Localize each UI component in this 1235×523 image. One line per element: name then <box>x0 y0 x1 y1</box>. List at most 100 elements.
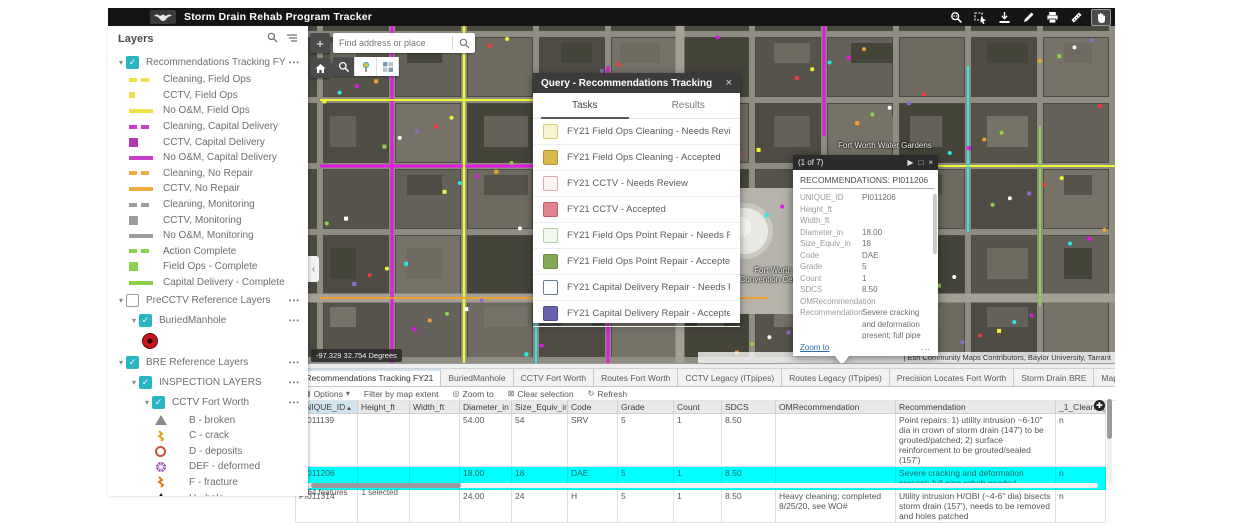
column-header-width_ft[interactable]: Width_ft <box>410 401 460 414</box>
query-task-item[interactable]: FY21 Field Ops Cleaning - Needs Review <box>533 119 740 145</box>
layer-menu-icon[interactable]: ••• <box>289 316 300 325</box>
zoom-to-button[interactable]: ◎Zoom to <box>453 389 494 399</box>
layer-group-recommendations-tracking-fy21[interactable]: ▾✓Recommendations Tracking FY21••• <box>108 52 308 72</box>
measure-widget-icon[interactable] <box>355 57 377 76</box>
legend-symbol-tri <box>155 493 185 496</box>
layer-menu-icon[interactable]: ••• <box>289 358 300 367</box>
popup-more-icon[interactable]: ... <box>920 342 931 352</box>
measure-icon[interactable] <box>1067 10 1085 25</box>
query-widget-icon[interactable] <box>333 57 355 76</box>
popup-scrollbar[interactable] <box>933 194 937 254</box>
column-settings-icon[interactable]: ✚ <box>1094 400 1105 411</box>
chevron-down-icon[interactable]: ▾ <box>142 398 152 407</box>
column-header-sdcs[interactable]: SDCS <box>722 401 776 414</box>
layer-group-buriedmanhole[interactable]: ▾✓BuriedManhole••• <box>108 310 308 330</box>
table-row[interactable]: PI01113954.0054SRV518.50Point repairs: 1… <box>296 414 1106 467</box>
table-tab[interactable]: CCTV Legacy (ITpipes) <box>678 369 782 386</box>
table-tab[interactable]: Precision Locates Fort Worth <box>890 369 1014 386</box>
layer-group-bre-reference-layers[interactable]: ▾✓BRE Reference Layers••• <box>108 352 308 372</box>
chevron-down-icon[interactable]: ▾ <box>129 316 139 325</box>
table-cell: 1 <box>674 414 722 467</box>
legend-label: C - crack <box>189 430 300 441</box>
clear-selection-button[interactable]: ⊠Clear selection <box>508 389 574 399</box>
query-task-item[interactable]: FY21 Capital Delivery Repair - Needs Rev… <box>533 275 740 301</box>
layers-filter-icon[interactable] <box>286 33 298 46</box>
table-tab[interactable]: Storm Drain BRE <box>1014 369 1094 386</box>
query-task-item[interactable]: FY21 CCTV - Needs Review <box>533 171 740 197</box>
column-header-grade[interactable]: Grade <box>618 401 674 414</box>
chevron-down-icon[interactable]: ▾ <box>116 358 126 367</box>
download-icon[interactable] <box>995 10 1013 25</box>
chevron-down-icon[interactable]: ▾ <box>129 378 139 387</box>
filter-by-extent-button[interactable]: Filter by map extent <box>364 389 439 399</box>
table-row[interactable]: PI01131424.0024H518.50Heavy cleaning; co… <box>296 490 1106 523</box>
popup-field-label: Height_ft <box>800 204 862 216</box>
layer-checkbox[interactable]: ✓ <box>139 314 152 327</box>
layer-group-cctv-fort-worth[interactable]: ▾✓CCTV Fort Worth••• <box>108 392 308 412</box>
table-vertical-scrollbar[interactable] <box>1107 399 1112 485</box>
layer-checkbox[interactable]: ✓ <box>126 356 139 369</box>
popup-close-icon[interactable]: × <box>928 158 933 167</box>
popup-next-icon[interactable]: ▶ <box>907 158 913 167</box>
layer-menu-icon[interactable]: ••• <box>289 398 300 407</box>
layer-checkbox[interactable] <box>126 294 139 307</box>
layer-group-precctv-reference-layers[interactable]: ▾PreCCTV Reference Layers••• <box>108 290 308 310</box>
edit-icon[interactable] <box>1019 10 1037 25</box>
table-tab[interactable]: Mapshed BRE <box>1094 369 1115 386</box>
layers-search-icon[interactable] <box>267 32 278 46</box>
table-tab[interactable]: Routes Legacy (ITpipes) <box>782 369 890 386</box>
query-close-icon[interactable]: × <box>726 77 732 89</box>
column-header-size_equiv_in[interactable]: Size_Equiv_in <box>512 401 568 414</box>
popup-zoom-to-link[interactable]: Zoom to <box>800 343 920 352</box>
column-header-count[interactable]: Count <box>674 401 722 414</box>
layer-menu-icon[interactable]: ••• <box>289 378 300 387</box>
query-task-item[interactable]: FY21 Field Ops Point Repair - Needs Revi… <box>533 223 740 249</box>
query-task-item[interactable]: FY21 Field Ops Point Repair - Accepted <box>533 249 740 275</box>
options-button[interactable]: ▦Options▾ <box>303 389 350 399</box>
query-task-item[interactable]: FY21 Capital Delivery Repair - Accepted <box>533 301 740 327</box>
zoom-in-button[interactable]: + <box>310 33 330 53</box>
popup-field-value: 1 <box>862 273 934 285</box>
query-task-item[interactable]: FY21 CCTV - Accepted <box>533 197 740 223</box>
layer-menu-icon[interactable]: ••• <box>289 58 300 67</box>
query-tool-icon[interactable] <box>947 10 965 25</box>
print-icon[interactable] <box>1043 10 1061 25</box>
table-tab[interactable]: CCTV Fort Worth <box>514 369 595 386</box>
home-button[interactable] <box>310 58 330 78</box>
popup-field-row: Size_Equiv_in18 <box>800 238 934 250</box>
popup-dock-icon[interactable]: □ <box>918 158 923 167</box>
column-header-omrecommendation[interactable]: OMRecommendation <box>776 401 896 414</box>
select-tool-icon[interactable] <box>971 10 989 25</box>
layer-checkbox[interactable]: ✓ <box>152 396 165 409</box>
column-header-recommendation[interactable]: Recommendation <box>896 401 1056 414</box>
panel-collapse-arrow[interactable]: ‹ <box>308 256 319 282</box>
table-tab[interactable]: BuriedManhole <box>441 369 513 386</box>
table-toolbar: ▦Options▾ Filter by map extent ◎Zoom to … <box>295 387 1115 401</box>
layer-menu-icon[interactable]: ••• <box>289 296 300 305</box>
chevron-down-icon[interactable]: ▾ <box>116 296 126 305</box>
query-tab-results[interactable]: Results <box>637 93 741 118</box>
search-input[interactable] <box>333 38 452 48</box>
legend-item <box>108 330 308 352</box>
column-header-code[interactable]: Code <box>568 401 618 414</box>
layer-checkbox[interactable]: ✓ <box>126 56 139 69</box>
refresh-button[interactable]: ↻Refresh <box>588 389 627 399</box>
query-task-item[interactable]: FY21 Field Ops Cleaning - Accepted <box>533 145 740 171</box>
table-cell: 8.50 <box>722 490 776 523</box>
chevron-down-icon[interactable]: ▾ <box>116 58 126 67</box>
query-tab-tasks[interactable]: Tasks <box>533 93 637 118</box>
layer-group-inspection-layers[interactable]: ▾✓INSPECTION LAYERS••• <box>108 372 308 392</box>
layer-checkbox[interactable]: ✓ <box>139 376 152 389</box>
table-tab[interactable]: Routes Fort Worth <box>594 369 678 386</box>
table-horizontal-scrollbar[interactable] <box>303 483 1098 488</box>
legend-symbol-dash-pair <box>129 171 159 175</box>
popup-field-label: Count <box>800 273 862 285</box>
column-header-diameter_in[interactable]: Diameter_in <box>460 401 512 414</box>
search-widget <box>333 33 475 53</box>
pan-icon[interactable] <box>1091 9 1111 26</box>
search-icon[interactable] <box>453 38 475 49</box>
table-tab[interactable]: Recommendations Tracking FY21 <box>298 369 441 386</box>
basemap-gallery-icon[interactable] <box>377 57 399 76</box>
column-header-height_ft[interactable]: Height_ft <box>358 401 410 414</box>
map-canvas[interactable]: Fort Worth Convention Center Fort Worth … <box>308 26 1115 363</box>
